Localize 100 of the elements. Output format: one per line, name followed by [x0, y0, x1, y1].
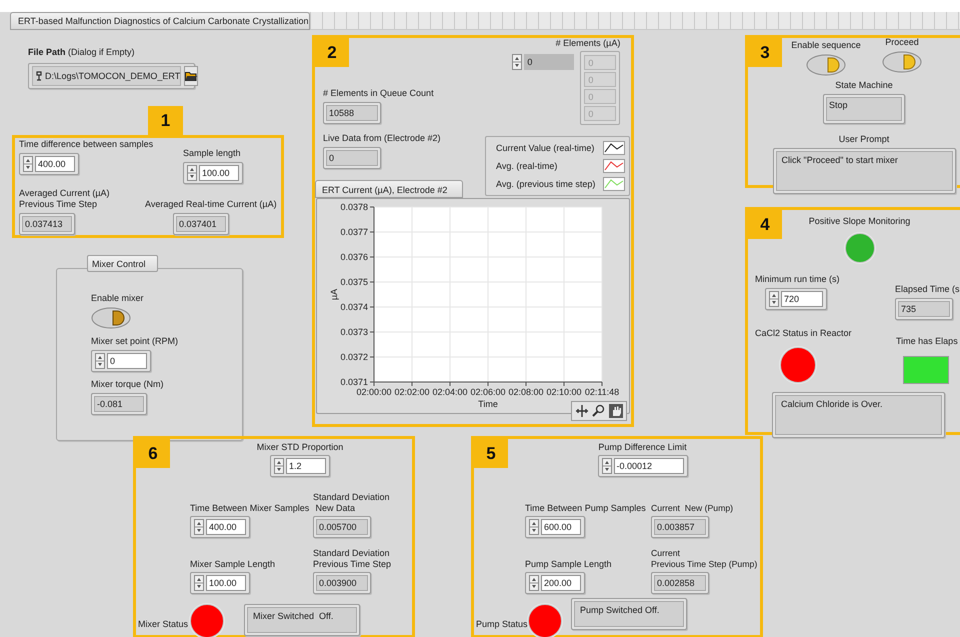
array-cell: 0	[584, 106, 616, 121]
control-label: # Elements (µA)	[556, 38, 620, 49]
control-label: Mixer STD Proportion	[256, 442, 344, 453]
tick-label: 0.0377	[340, 227, 368, 237]
control-label: Time difference between samples	[19, 139, 154, 150]
legend-label: Avg. (previous time step)	[496, 179, 596, 189]
control-label: Averaged Real-time Current (µA)	[145, 199, 277, 210]
tick-label: 02:00:00	[356, 387, 392, 397]
control-label: Current Previous Time Step (Pump)	[651, 548, 758, 570]
tick-label: 02:04:00	[432, 387, 468, 397]
numeric-control[interactable]: 400.00	[19, 153, 79, 175]
tick-label: 0.0376	[340, 252, 368, 262]
folder-icon	[185, 71, 198, 81]
toggle-switch[interactable]	[91, 307, 131, 329]
indicator-field: 0.002858	[651, 572, 709, 594]
control-label: Current New (Pump)	[651, 503, 734, 514]
spinner-icon[interactable]	[529, 519, 539, 535]
control-label: CaCl2 Status in Reactor	[755, 328, 852, 339]
toggle-switch[interactable]	[882, 51, 922, 73]
numeric-control[interactable]: 0	[91, 350, 151, 372]
panel-title: ERT-based Malfunction Diagnostics of Calcium Carbonate Crystallization	[10, 12, 310, 30]
control-label: Standard Deviation Previous Time Step	[313, 548, 392, 570]
tick-label: 0.0371	[340, 377, 368, 387]
indicator-field: 0.003900	[313, 572, 371, 594]
message-display: Calcium Chloride is Over.	[772, 392, 945, 438]
numeric-control[interactable]: 200.00	[525, 572, 585, 594]
legend-label: Current Value (real-time)	[496, 143, 596, 153]
control-label: Pump Sample Length	[525, 559, 612, 570]
indicator-field: 0.005700	[313, 516, 371, 538]
tick-label: 0.0373	[340, 327, 368, 337]
tick-label: 02:11:48	[584, 387, 620, 397]
control-label: State Machine	[835, 80, 893, 91]
indicator-field: 0.037413	[19, 213, 75, 235]
numeric-control[interactable]: 720	[765, 288, 827, 310]
numeric-control[interactable]: 600.00	[525, 516, 585, 538]
spinner-icon[interactable]	[274, 458, 284, 474]
spinner-icon[interactable]	[769, 291, 779, 307]
control-label: Positive Slope Monitoring	[808, 216, 910, 227]
spinner-icon[interactable]	[23, 156, 33, 172]
numeric-control[interactable]: 1.2	[270, 455, 330, 477]
control-label: Enable sequence	[791, 40, 861, 51]
control-label: Minimum run time (s)	[755, 274, 840, 285]
spinner-icon[interactable]	[95, 353, 105, 369]
path-field[interactable]: D:\Logs\TOMOCON_DEMO_ERT	[32, 66, 182, 86]
indicator-field: 0.037401	[173, 213, 229, 235]
spinner-icon[interactable]	[602, 458, 612, 474]
control-label: Enable mixer	[91, 293, 144, 304]
control-label: Time Between Pump Samples	[525, 503, 646, 514]
crosshair-icon[interactable]	[575, 404, 589, 418]
tick-label: 02:06:00	[470, 387, 506, 397]
control-label: # Elements in Queue Count	[323, 88, 434, 99]
spinner-icon[interactable]	[512, 54, 522, 70]
control-label: Sample length	[183, 148, 241, 159]
zoom-icon[interactable]	[592, 404, 606, 418]
numeric-control[interactable]: -0.00012	[598, 455, 688, 477]
line-sample-icon	[603, 141, 626, 155]
section-number: 4	[748, 210, 782, 239]
control-label: File Path (Dialog if Empty)	[28, 47, 136, 58]
toggle-switch[interactable]	[806, 54, 846, 76]
control-label: Standard Deviation New Data	[313, 492, 390, 514]
array-cell: 0	[584, 72, 616, 87]
control-label: Pump Difference Limit	[598, 442, 687, 453]
numeric-control[interactable]: 100.00	[190, 572, 250, 594]
section-number: 1	[148, 106, 183, 135]
spinner-icon[interactable]	[187, 165, 197, 181]
numeric-control[interactable]: 400.00	[190, 516, 250, 538]
indicator-field: Stop	[823, 94, 905, 124]
tick-label: 0.0378	[340, 202, 368, 212]
section-number: 5	[474, 439, 508, 468]
indicator-field: -0.081	[91, 393, 147, 415]
spinner-icon[interactable]	[194, 519, 204, 535]
browse-button[interactable]	[184, 66, 198, 86]
spinner-icon[interactable]	[529, 575, 539, 591]
control-label: Pump Status	[476, 619, 528, 631]
spinner-icon[interactable]	[194, 575, 204, 591]
section-number: 3	[748, 38, 782, 67]
indicator-field: 735	[895, 298, 953, 320]
path-icon	[36, 71, 42, 81]
numeric-control[interactable]: 100.00	[183, 162, 243, 184]
control-label: Time Between Mixer Samples	[190, 503, 310, 514]
indicator-field: 0.003857	[651, 516, 709, 538]
tick-label: 0.0375	[340, 277, 368, 287]
axis-title: Time	[478, 399, 498, 409]
control-label: Mixer torque (Nm)	[91, 379, 164, 390]
tick-label: 02:02:00	[394, 387, 430, 397]
array-cell: 0	[584, 89, 616, 104]
line-sample-icon	[603, 177, 626, 191]
control-label: Averaged Current (µA) Previous Time Step	[19, 188, 110, 210]
tick-label: 02:08:00	[508, 387, 544, 397]
section-number: 2	[315, 38, 349, 67]
path-control[interactable]: D:\Logs\TOMOCON_DEMO_ERT	[28, 63, 195, 89]
control-label: Mixer Status	[138, 619, 190, 631]
legend-label: Avg. (real-time)	[496, 161, 558, 171]
line-sample-icon	[603, 159, 626, 173]
message-display: Mixer Switched Off.	[244, 604, 360, 636]
hand-icon[interactable]	[609, 404, 623, 418]
tick-label: 0.0372	[340, 352, 368, 362]
tick-label: 0.0374	[340, 302, 368, 312]
graph-title: ERT Current (µA), Electrode #2	[315, 180, 463, 198]
message-display: Click "Proceed" to start mixer	[772, 148, 956, 194]
